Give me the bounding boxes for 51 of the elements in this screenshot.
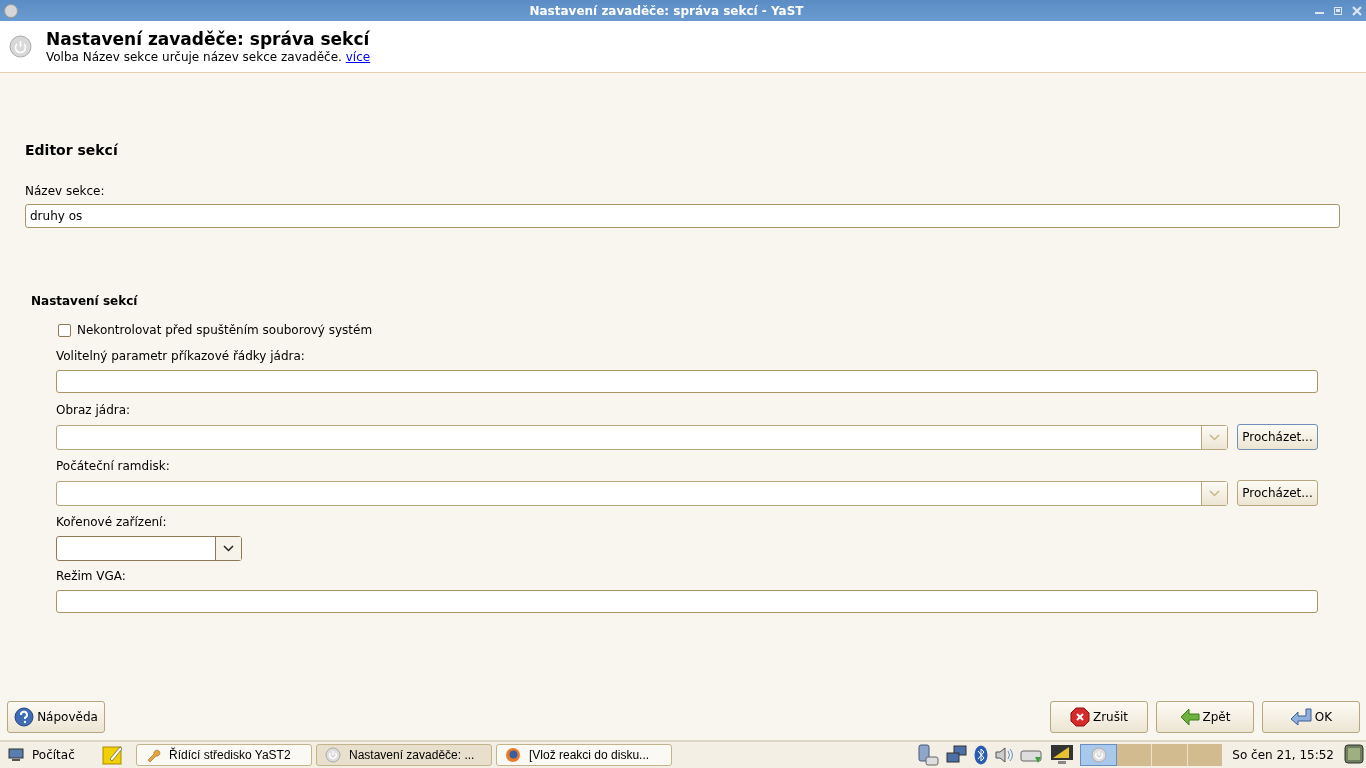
start-menu-label[interactable]: Počítač (32, 748, 75, 762)
browse-button[interactable]: Procházet... (1237, 480, 1318, 506)
workspace-switcher[interactable] (1080, 744, 1223, 766)
speaker-icon[interactable] (994, 746, 1015, 764)
description: Volba Název sekce určuje název sekce zavaděče. více (46, 50, 371, 64)
dropdown[interactable] (56, 536, 242, 561)
taskbar-button[interactable]: Řídící středisko YaST2 (136, 744, 312, 766)
page-title: Nastavení zavaděče: správa sekcí (46, 29, 371, 49)
more-link[interactable]: více (345, 50, 371, 64)
taskbar-button[interactable]: [Vlož reakci do disku... (496, 744, 672, 766)
combo-box[interactable] (56, 480, 1228, 506)
return-arrow-icon (1289, 708, 1312, 726)
bluetooth-icon[interactable] (974, 745, 989, 765)
group-heading: Nastavení sekcí (31, 294, 139, 308)
cancel-icon (1069, 707, 1090, 727)
monitor-icon[interactable] (1050, 744, 1075, 766)
network-icon[interactable] (946, 745, 969, 765)
combo-box[interactable] (56, 424, 1228, 450)
browse-button[interactable]: Procházet... (1237, 424, 1318, 450)
globe-icon (505, 747, 521, 763)
desktop-icon[interactable] (1344, 743, 1364, 764)
field-label: Obraz jádra: (56, 403, 132, 417)
back-button[interactable]: Zpět (1156, 701, 1254, 733)
field-label: Název sekce: (25, 184, 106, 198)
field-label: Režim VGA: (56, 569, 127, 583)
battery-plug-icon[interactable] (916, 744, 941, 766)
wrench-icon (145, 747, 161, 763)
clock[interactable]: So čen 21, 15:52 (1232, 748, 1334, 762)
chevron-down-icon (223, 545, 234, 552)
field-label: Volitelný parametr příkazové řádky jádra: (56, 349, 306, 363)
taskbar-button[interactable]: Nastavení zavaděče: ... (316, 744, 492, 766)
chevron-down-icon (1209, 489, 1220, 497)
section-heading: Editor sekcí (25, 142, 119, 158)
help-button[interactable]: Nápověda (7, 701, 105, 733)
maximize-icon[interactable] (1334, 6, 1342, 15)
ok-button[interactable]: OK (1262, 701, 1360, 733)
cancel-button[interactable]: Zrušit (1050, 701, 1148, 733)
checkbox[interactable] (58, 323, 71, 337)
help-icon (14, 707, 35, 727)
field-label: Počáteční ramdisk: (56, 459, 171, 473)
window-title: Nastavení zavaděče: správa sekcí - YaST (528, 3, 805, 18)
chevron-down-icon (1209, 433, 1220, 441)
input-field[interactable] (56, 590, 1318, 613)
left-arrow-icon (1179, 708, 1200, 726)
computer-icon (8, 748, 24, 762)
notepad-icon[interactable] (102, 745, 124, 765)
input-field[interactable]: druhy os (25, 204, 1340, 228)
checkbox-label[interactable]: Nekontrolovat před spuštěním souborový systém (77, 323, 373, 337)
close-icon[interactable] (1352, 5, 1362, 16)
input-field[interactable] (56, 370, 1318, 393)
field-label: Kořenové zařízení: (56, 515, 168, 529)
